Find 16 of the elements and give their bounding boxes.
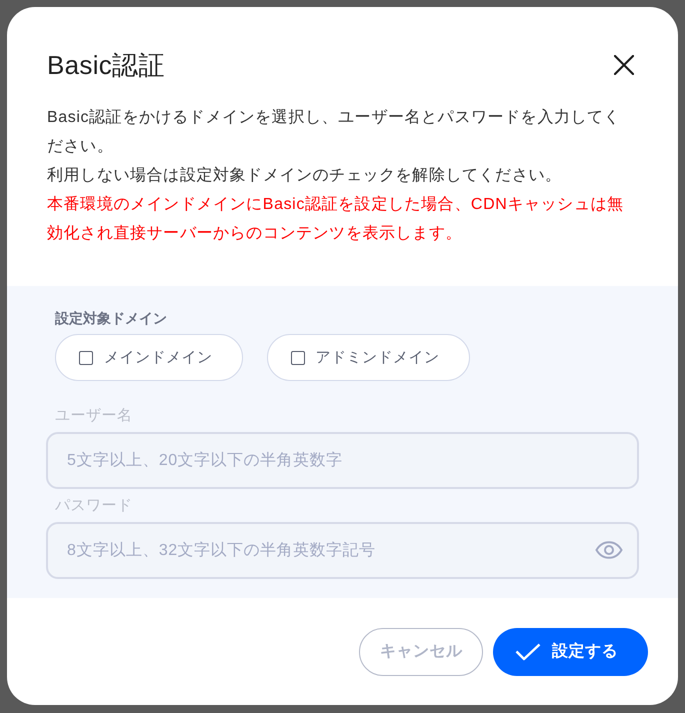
description-text: Basic認証をかけるドメインを選択し、ユーザー名とパスワードを入力してください。 bbox=[47, 108, 622, 157]
confirm-button[interactable]: 設定する bbox=[493, 628, 648, 676]
warning-text: 本番環境のメインドメインにBasic認証を設定した場合、CDNキャッシュは無効化され直接サーバーからのコンテンツを表示します。 bbox=[47, 194, 625, 244]
checkbox-icon[interactable] bbox=[79, 350, 93, 364]
close-button[interactable] bbox=[614, 55, 634, 75]
description-text: 利用しない場合は設定対象ドメインのチェックを解除してください。 bbox=[47, 166, 563, 186]
domain-checkbox[interactable]: アドミンドメイン bbox=[266, 334, 470, 381]
field-label: パスワード bbox=[55, 496, 134, 516]
domain-label: 設定対象ドメイン bbox=[55, 309, 168, 328]
dialog-title: Basic認証 bbox=[47, 49, 165, 82]
checkbox-icon[interactable] bbox=[290, 350, 304, 364]
check-icon bbox=[515, 643, 541, 661]
field-label: ユーザー名 bbox=[55, 406, 134, 426]
domain-checkbox[interactable]: メインドメイン bbox=[55, 334, 242, 381]
close-icon bbox=[614, 55, 634, 75]
eye-icon bbox=[595, 541, 623, 559]
